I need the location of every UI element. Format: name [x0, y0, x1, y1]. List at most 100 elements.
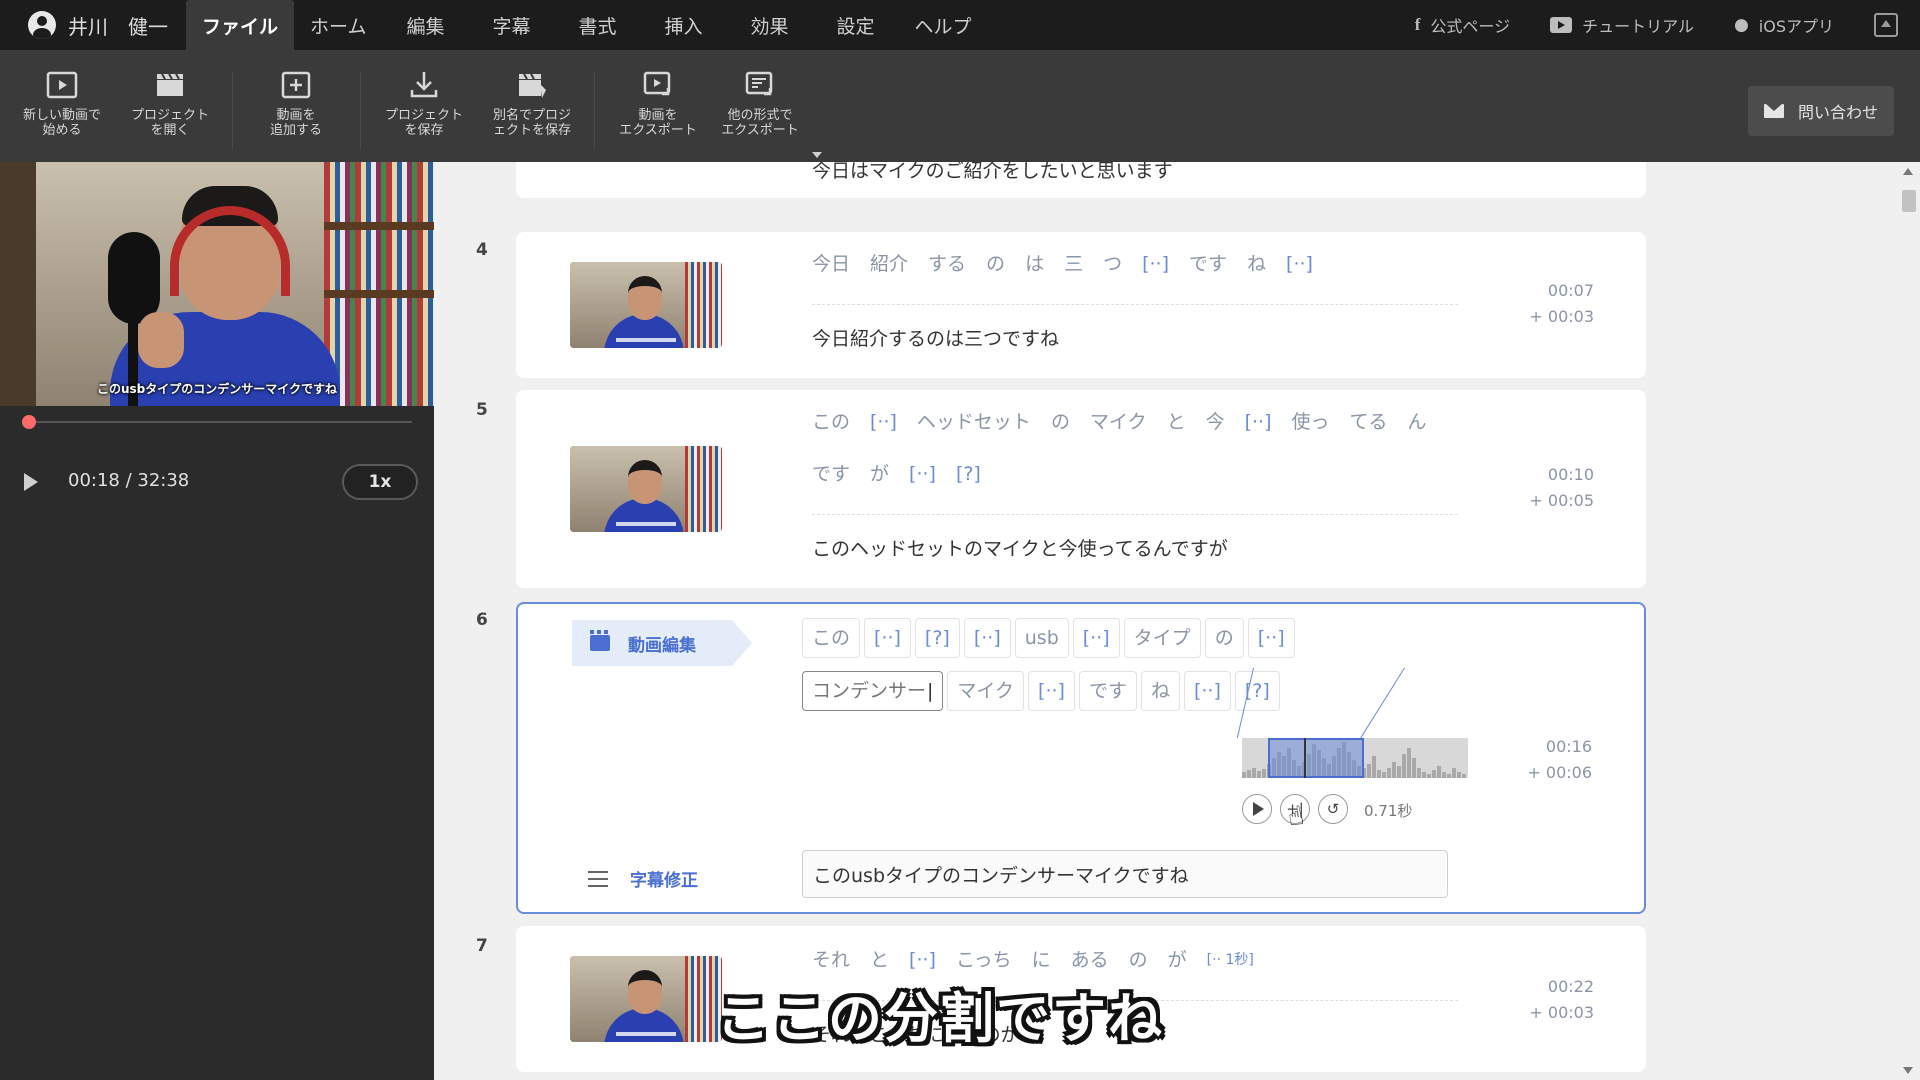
pause-token[interactable]: [··]: [909, 448, 936, 500]
word-token[interactable]: つ: [1103, 238, 1122, 290]
menu-item[interactable]: 編集: [382, 0, 468, 50]
new-video-button[interactable]: 新しい動画で 始める: [8, 70, 116, 138]
word-token-editing[interactable]: コンデンサー: [802, 671, 944, 711]
word-token[interactable]: マイク: [947, 671, 1025, 711]
transcript-row-3[interactable]: 今日はマイクのご紹介をしたいと思います: [516, 162, 1646, 198]
pause-token[interactable]: [?]: [1234, 671, 1280, 711]
word-token[interactable]: usb: [1014, 618, 1069, 658]
word-token[interactable]: 使っ: [1292, 396, 1330, 448]
pause-token[interactable]: [··]: [1072, 618, 1120, 658]
scroll-up-icon[interactable]: [1903, 168, 1913, 175]
word-token[interactable]: 紹介: [870, 238, 908, 290]
word-token[interactable]: 三: [1064, 238, 1083, 290]
pause-token[interactable]: [··]: [963, 618, 1011, 658]
video-edit-tab[interactable]: 動画編集: [572, 620, 752, 666]
pause-token[interactable]: [··]: [870, 396, 897, 448]
clapper-icon: [157, 73, 183, 96]
vertical-scrollbar[interactable]: [1896, 162, 1920, 1080]
row-thumbnail[interactable]: [570, 956, 722, 1042]
waveform-cursor[interactable]: [1304, 738, 1306, 778]
menu-item[interactable]: 挿入: [640, 0, 726, 50]
open-project-button[interactable]: プロジェクト を開く: [116, 70, 224, 138]
tutorial-label: チュートリアル: [1582, 17, 1694, 36]
subtitle-input[interactable]: [802, 850, 1448, 898]
export-dropdown-arrow-icon[interactable]: [812, 152, 822, 158]
transcript-row-5[interactable]: この [··] ヘッドセットのマイクと今 [··] 使っ てるんですが [··] [?] この…: [516, 390, 1646, 588]
word-token[interactable]: マイク: [1090, 396, 1147, 448]
row-caption[interactable]: このヘッドセットのマイクと今使ってるんですが: [812, 534, 1228, 561]
player-pane: このusbタイプのコンデンサーマイクですね 00:18 / 32:38 1x: [0, 162, 434, 1080]
collapse-toolbar-button[interactable]: [1874, 13, 1898, 37]
pause-token[interactable]: [··]: [1183, 671, 1231, 711]
word-token[interactable]: ね: [1247, 238, 1266, 290]
pause-token[interactable]: [·· 1秒]: [1207, 934, 1254, 986]
tutorial-link[interactable]: チュートリアル: [1550, 13, 1694, 37]
add-video-button[interactable]: 動画を 追加する: [242, 70, 350, 138]
menu-item[interactable]: 書式: [554, 0, 640, 50]
save-project-button[interactable]: プロジェクト を保存: [370, 70, 478, 138]
transcript-row-6[interactable]: 動画編集 この[··][?][··]usb[··]タイプの[··]コンデンサーマ…: [516, 602, 1646, 914]
word-token[interactable]: する: [928, 238, 966, 290]
word-token[interactable]: が: [1168, 934, 1187, 986]
waveform[interactable]: [1242, 738, 1468, 778]
waveform-selection[interactable]: [1268, 738, 1364, 778]
contact-button[interactable]: 問い合わせ: [1748, 86, 1894, 136]
pause-token[interactable]: [?]: [914, 618, 960, 658]
pause-token[interactable]: [··]: [1286, 238, 1313, 290]
export-video-button[interactable]: 動画を エクスポート: [604, 70, 712, 138]
word-token[interactable]: が: [870, 448, 889, 500]
word-token[interactable]: の: [1051, 396, 1070, 448]
word-token[interactable]: は: [1025, 238, 1044, 290]
official-page-link[interactable]: f 公式ページ: [1415, 13, 1510, 37]
menu-item[interactable]: 効果: [726, 0, 812, 50]
word-token[interactable]: ヘッドセット: [917, 396, 1031, 448]
pause-token[interactable]: [··]: [1142, 238, 1169, 290]
seek-bar[interactable]: [21, 415, 412, 429]
row-start-time: 00:22: [1547, 977, 1594, 996]
transcript-row-4[interactable]: 今日 紹介 するのは三つ [··] ですね [··] 今日紹介するのは三つですね 00:0…: [516, 232, 1646, 378]
playback-speed-button[interactable]: 1x: [342, 464, 418, 500]
video-edit-label: 動画編集: [628, 635, 696, 656]
word-token[interactable]: ね: [1140, 671, 1180, 711]
scroll-thumb[interactable]: [1902, 190, 1916, 212]
word-token[interactable]: です: [1189, 238, 1227, 290]
word-token[interactable]: 今日: [812, 238, 850, 290]
save-as-button[interactable]: 別名でプロジ ェクトを保存: [478, 70, 586, 138]
word-token[interactable]: この: [812, 396, 850, 448]
menu-item[interactable]: ヘルプ: [898, 0, 987, 50]
row-thumbnail[interactable]: [570, 262, 722, 348]
ios-app-link[interactable]: ● iOSアプリ: [1734, 13, 1834, 37]
row-number: 6: [476, 610, 488, 630]
row-caption[interactable]: 今日紹介するのは三つですね: [812, 324, 1059, 351]
menu-item[interactable]: ホーム: [294, 0, 382, 50]
pause-token[interactable]: [··]: [1245, 396, 1272, 448]
menu-item[interactable]: ファイル: [186, 0, 295, 50]
menu-item[interactable]: 設定: [812, 0, 898, 50]
pause-token[interactable]: [··]: [864, 618, 911, 658]
toolbar-separator: [594, 72, 595, 148]
pause-token[interactable]: [?]: [956, 448, 981, 500]
word-token[interactable]: この: [802, 618, 861, 658]
word-token[interactable]: タイプ: [1123, 618, 1201, 658]
segment-play-button[interactable]: [1242, 794, 1272, 824]
seek-handle[interactable]: [21, 415, 36, 429]
reset-button[interactable]: ↺: [1318, 794, 1348, 824]
word-token[interactable]: てる: [1350, 396, 1388, 448]
apple-icon: ●: [1733, 15, 1749, 35]
menu-item[interactable]: 字幕: [468, 0, 554, 50]
word-token[interactable]: の: [986, 238, 1005, 290]
pause-token[interactable]: [··]: [1028, 671, 1075, 711]
scroll-down-icon[interactable]: [1903, 1067, 1913, 1074]
word-token[interactable]: 今: [1206, 396, 1225, 448]
word-token[interactable]: です: [1078, 671, 1137, 711]
video-preview[interactable]: このusbタイプのコンデンサーマイクですね: [0, 162, 434, 406]
word-token[interactable]: です: [812, 448, 850, 500]
play-icon[interactable]: [24, 473, 38, 491]
user-account[interactable]: 井川 健一: [0, 0, 186, 50]
word-token[interactable]: の: [1204, 618, 1244, 658]
word-token[interactable]: と: [1167, 396, 1186, 448]
row-thumbnail[interactable]: [570, 446, 722, 532]
word-token[interactable]: ん: [1408, 396, 1427, 448]
export-other-button[interactable]: 他の形式で エクスポート: [706, 70, 814, 138]
pause-token[interactable]: [··]: [1247, 618, 1295, 658]
